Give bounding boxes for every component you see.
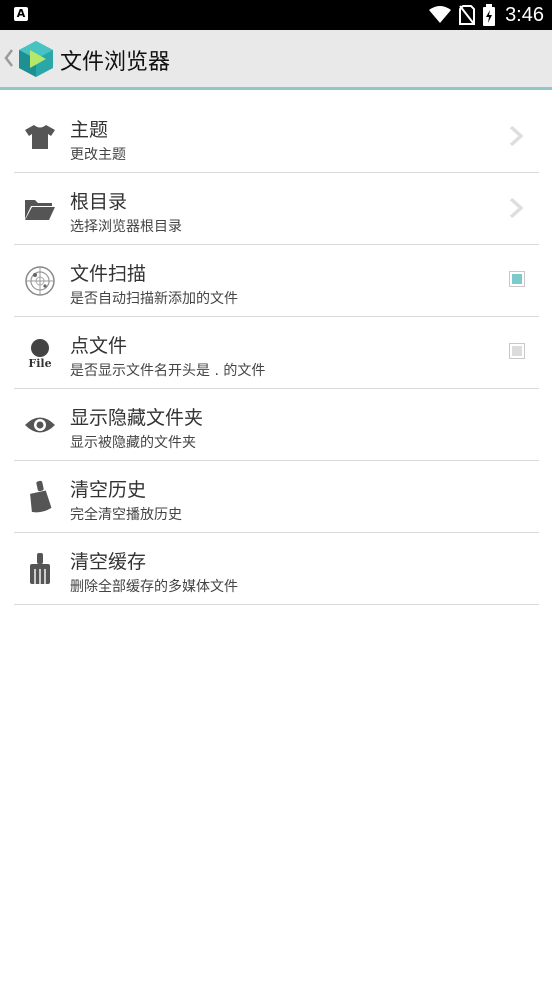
broom-icon bbox=[22, 552, 58, 586]
setting-title: 清空缓存 bbox=[70, 551, 147, 573]
setting-title: 显示隐藏文件夹 bbox=[70, 407, 204, 429]
folder-icon bbox=[22, 192, 58, 226]
brush-icon bbox=[22, 480, 58, 514]
no-sim-icon bbox=[459, 5, 476, 25]
chevron-right-icon bbox=[509, 125, 523, 147]
setting-title: 文件扫描 bbox=[70, 263, 147, 285]
checkbox-checked-mark bbox=[512, 274, 522, 284]
setting-clear-history[interactable]: 清空历史 完全清空播放历史 bbox=[14, 461, 539, 533]
setting-title: 主题 bbox=[70, 119, 109, 141]
setting-subtitle: 完全清空播放历史 bbox=[70, 507, 182, 523]
chevron-left-icon[interactable] bbox=[4, 48, 14, 68]
status-time: 3:46 bbox=[505, 3, 544, 26]
chevron-right-icon bbox=[509, 197, 523, 219]
setting-subtitle: 选择浏览器根目录 bbox=[70, 219, 182, 235]
battery-charging-icon bbox=[483, 4, 496, 26]
setting-subtitle: 更改主题 bbox=[70, 147, 126, 163]
app-logo[interactable] bbox=[18, 40, 54, 78]
toolbar: 文件浏览器 bbox=[0, 30, 552, 90]
setting-scan[interactable]: 文件扫描 是否自动扫描新添加的文件 bbox=[14, 245, 539, 317]
dot-file-icon: File bbox=[22, 336, 58, 370]
setting-theme[interactable]: 主题 更改主题 bbox=[14, 101, 539, 173]
setting-subtitle: 是否自动扫描新添加的文件 bbox=[70, 291, 238, 307]
radar-icon bbox=[22, 264, 58, 298]
settings-list: 主题 更改主题 根目录 选择浏览器根目录 文件扫描 是否自动扫描新添加的文件 F… bbox=[14, 101, 539, 605]
setting-clear-cache[interactable]: 清空缓存 删除全部缓存的多媒体文件 bbox=[14, 533, 539, 605]
eye-icon bbox=[22, 408, 58, 442]
setting-dotfile[interactable]: File 点文件 是否显示文件名开头是 . 的文件 bbox=[14, 317, 539, 389]
setting-root[interactable]: 根目录 选择浏览器根目录 bbox=[14, 173, 539, 245]
setting-title: 根目录 bbox=[70, 191, 128, 213]
setting-hidden-folders[interactable]: 显示隐藏文件夹 显示被隐藏的文件夹 bbox=[14, 389, 539, 461]
tshirt-icon bbox=[22, 120, 58, 154]
toolbar-title: 文件浏览器 bbox=[60, 50, 171, 75]
status-bar: A 3:46 bbox=[0, 0, 552, 30]
setting-title: 清空历史 bbox=[70, 479, 147, 501]
setting-subtitle: 显示被隐藏的文件夹 bbox=[70, 435, 196, 451]
setting-subtitle: 删除全部缓存的多媒体文件 bbox=[70, 579, 238, 595]
setting-title: 点文件 bbox=[70, 335, 128, 357]
dotfile-checkbox[interactable] bbox=[509, 343, 525, 359]
file-label: File bbox=[28, 356, 52, 370]
scan-checkbox[interactable] bbox=[509, 271, 525, 287]
setting-subtitle: 是否显示文件名开头是 . 的文件 bbox=[70, 363, 266, 379]
status-icons: 3:46 bbox=[429, 4, 544, 26]
a-icon: A bbox=[14, 7, 28, 21]
wifi-icon bbox=[429, 6, 452, 23]
dot-icon bbox=[31, 338, 49, 357]
checkbox-unchecked-mark bbox=[512, 346, 522, 356]
